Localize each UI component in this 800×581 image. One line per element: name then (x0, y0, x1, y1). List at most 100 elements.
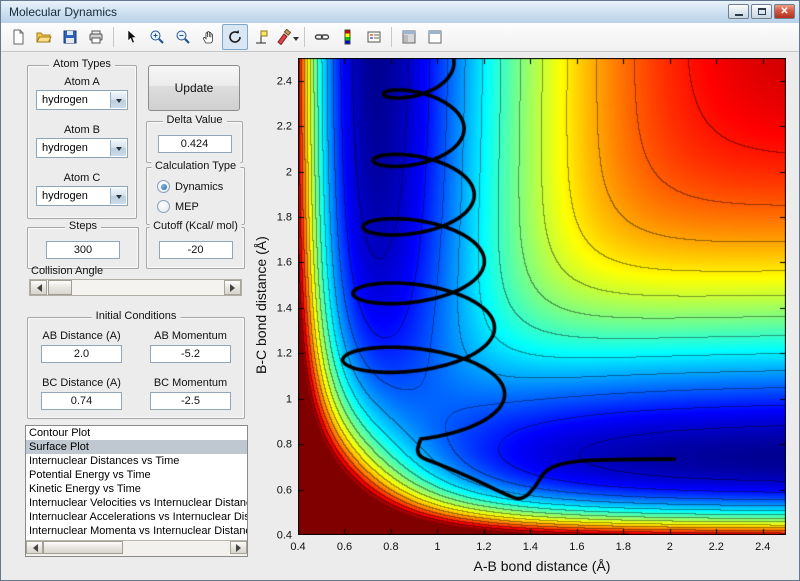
ab-distance-input[interactable] (41, 345, 121, 363)
slider-right-arrow-button[interactable] (224, 280, 241, 295)
chevron-down-icon (110, 188, 126, 204)
y-tick-label: 1 (258, 393, 292, 405)
steps-input[interactable] (46, 241, 120, 259)
pan-button[interactable] (196, 24, 222, 50)
close-button[interactable]: ✕ (774, 4, 795, 19)
listbox-horizontal-scrollbar[interactable] (26, 540, 247, 556)
data-cursor-icon (253, 29, 269, 45)
contour-plot-area: A-B bond distance (Å) B-C bond distance … (298, 58, 786, 535)
calculation-type-title: Calculation Type (151, 160, 240, 172)
insert-legend-icon (366, 29, 382, 45)
bc-distance-input[interactable] (41, 392, 121, 410)
arrow-left-icon (29, 544, 38, 552)
x-tick-label: 1.4 (523, 541, 538, 553)
slider-thumb[interactable] (48, 280, 72, 295)
brush-data-button[interactable] (274, 24, 300, 50)
insert-legend-button[interactable] (361, 24, 387, 50)
bc-momentum-field: BC Momentum (147, 377, 234, 410)
update-button[interactable]: Update (148, 65, 240, 111)
mep-radio[interactable]: MEP (157, 200, 223, 213)
x-tick-label: 1.2 (476, 541, 491, 553)
list-item[interactable]: Potential Energy vs Time (26, 468, 247, 482)
plot-type-listbox[interactable]: Contour PlotSurface PlotInternuclear Dis… (25, 425, 248, 557)
chevron-down-icon (110, 140, 126, 156)
initial-conditions-fields: AB Distance (A) AB Momentum BC Distance (A… (38, 330, 234, 410)
x-tick-label: 1 (434, 541, 440, 553)
insert-colorbar-button[interactable] (335, 24, 361, 50)
list-item[interactable]: Surface Plot (26, 440, 247, 454)
zoom-in-button[interactable] (144, 24, 170, 50)
y-tick-label: 1.6 (258, 257, 292, 269)
x-tick-label: 0.4 (290, 541, 305, 553)
y-tick-label: 2.4 (258, 75, 292, 87)
zoom-out-button[interactable] (170, 24, 196, 50)
ab-momentum-input[interactable] (150, 345, 230, 363)
open-file-button[interactable] (31, 24, 57, 50)
scrollbar-thumb[interactable] (43, 541, 123, 554)
arrow-right-icon (236, 544, 245, 552)
y-tick-label: 2.2 (258, 121, 292, 133)
print-figure-icon (88, 29, 104, 45)
print-figure-button[interactable] (83, 24, 109, 50)
link-plot-button[interactable] (309, 24, 335, 50)
atom-c-label: Atom C (36, 172, 128, 184)
title-bar[interactable]: Molecular Dynamics ✕ (1, 1, 799, 24)
delta-value-input[interactable] (158, 135, 232, 153)
pan-icon (201, 29, 217, 45)
list-item[interactable]: Internuclear Velocities vs Internuclear … (26, 496, 247, 510)
list-item[interactable]: Internuclear Momenta vs Internuclear Dis… (26, 524, 247, 538)
bc-distance-field: BC Distance (A) (38, 377, 125, 410)
app-window: Molecular Dynamics ✕ Atom Types Atom A hy… (0, 0, 800, 581)
edit-plot-button[interactable] (118, 24, 144, 50)
rotate-3d-button[interactable] (222, 24, 248, 50)
slider-left-arrow-button[interactable] (30, 280, 47, 295)
dynamics-label: Dynamics (175, 181, 223, 193)
list-item[interactable]: Internuclear Distances vs Time (26, 454, 247, 468)
x-tick-label: 2.2 (709, 541, 724, 553)
x-axis-label: A-B bond distance (Å) (298, 558, 786, 574)
new-figure-button[interactable] (5, 24, 31, 50)
dynamics-radio[interactable]: Dynamics (157, 180, 223, 193)
radio-selected-icon (157, 180, 170, 193)
bc-momentum-input[interactable] (150, 392, 230, 410)
bc-distance-label: BC Distance (A) (38, 377, 125, 389)
minimize-button[interactable] (728, 4, 749, 19)
atom-b-select[interactable]: hydrogen (36, 138, 128, 158)
arrow-right-icon (230, 284, 239, 292)
initial-conditions-panel: Initial Conditions AB Distance (A)AB Mom… (27, 317, 245, 419)
cutoff-input[interactable] (159, 241, 233, 259)
data-cursor-button[interactable] (248, 24, 274, 50)
atom-c-select[interactable]: hydrogen (36, 186, 128, 206)
delta-value-title: Delta Value (162, 114, 226, 126)
toolbar-separator (113, 27, 114, 47)
list-item[interactable]: Contour Plot (26, 426, 247, 440)
save-figure-icon (62, 29, 78, 45)
ab-momentum-field: AB Momentum (147, 330, 234, 363)
show-plot-tools-button[interactable] (422, 24, 448, 50)
x-tick-label: 2 (667, 541, 673, 553)
list-item[interactable]: Internuclear Accelerations vs Internucle… (26, 510, 247, 524)
contour-plot-canvas[interactable] (298, 58, 786, 535)
atom-a-select[interactable]: hydrogen (36, 90, 128, 110)
scrollbar-right-arrow-button[interactable] (230, 541, 247, 554)
x-tick-label: 2.4 (755, 541, 770, 553)
toolbar (1, 23, 799, 52)
atom-type-fields: Atom AhydrogenAtom BhydrogenAtom Chydrog… (36, 76, 128, 206)
ab-distance-label: AB Distance (A) (38, 330, 125, 342)
list-item[interactable]: Kinetic Energy vs Time (26, 482, 247, 496)
delta-value-panel: Delta Value (146, 121, 243, 163)
new-figure-icon (10, 29, 26, 45)
restore-button[interactable] (751, 4, 772, 19)
atom-types-title: Atom Types (49, 58, 115, 70)
scrollbar-left-arrow-button[interactable] (26, 541, 43, 554)
y-tick-label: 2 (258, 166, 292, 178)
y-tick-label: 1.8 (258, 212, 292, 224)
atom-c-field: Atom C hydrogen (36, 172, 128, 206)
hide-plot-tools-button[interactable] (396, 24, 422, 50)
x-tick-label: 1.8 (616, 541, 631, 553)
atom-a-label: Atom A (36, 76, 128, 88)
collision-angle-slider[interactable] (29, 279, 242, 296)
y-tick-label: 1.4 (258, 302, 292, 314)
mep-label: MEP (175, 201, 199, 213)
save-figure-button[interactable] (57, 24, 83, 50)
